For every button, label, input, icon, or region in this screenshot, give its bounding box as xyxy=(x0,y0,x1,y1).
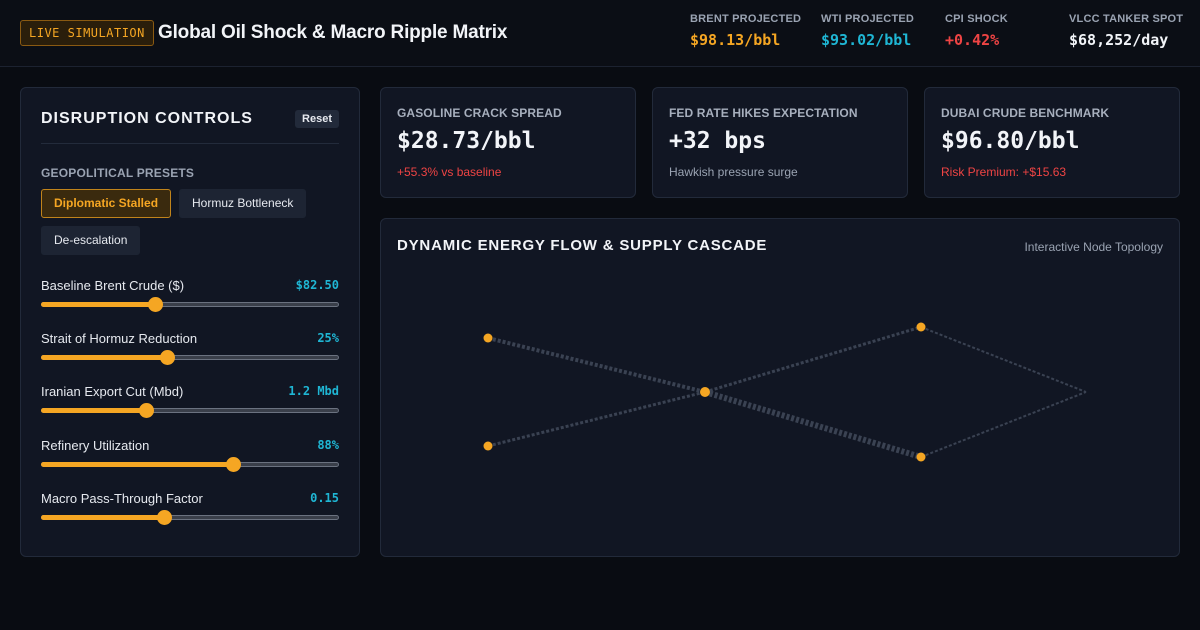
kpi-subtext: Risk Premium: +$15.63 xyxy=(941,165,1067,179)
app-title: Global Oil Shock & Macro Ripple Matrix xyxy=(158,22,508,43)
slider-thumb[interactable] xyxy=(160,350,175,365)
slider-baseline-brent: Baseline Brent Crude ($) $82.50 xyxy=(41,278,339,318)
slider-track[interactable] xyxy=(41,350,339,365)
preset-diplomatic-stalled[interactable]: Diplomatic Stalled xyxy=(41,189,172,218)
metric-cpi: CPI SHOCK +0.42% xyxy=(945,13,1008,49)
kpi-subtext: Hawkish pressure surge xyxy=(669,165,798,179)
slider-thumb[interactable] xyxy=(139,403,154,418)
slider-track[interactable] xyxy=(41,297,339,312)
slider-thumb[interactable] xyxy=(226,457,241,472)
slider-value: 1.2 Mbd xyxy=(288,384,339,398)
kpi-fed-rate-hikes: FED RATE HIKES EXPECTATION +32 bps Hawki… xyxy=(652,87,908,198)
slider-value: $82.50 xyxy=(295,278,339,292)
flow-link xyxy=(920,391,1087,458)
slider-track[interactable] xyxy=(41,403,339,418)
slider-label: Macro Pass-Through Factor xyxy=(41,491,203,506)
kpi-label: DUBAI CRUDE BENCHMARK xyxy=(941,106,1110,120)
preset-de-escalation[interactable]: De-escalation xyxy=(41,226,141,255)
kpi-value: $28.73/bbl xyxy=(397,128,536,154)
metric-wti: WTI PROJECTED $93.02/bbl xyxy=(821,13,914,49)
slider-macro-pass-through: Macro Pass-Through Factor 0.15 xyxy=(41,491,339,531)
slider-refinery-utilization: Refinery Utilization 88% xyxy=(41,438,339,478)
slider-iranian-export-cut: Iranian Export Cut (Mbd) 1.2 Mbd xyxy=(41,384,339,424)
preset-hormuz-bottleneck[interactable]: Hormuz Bottleneck xyxy=(179,189,307,218)
slider-label: Refinery Utilization xyxy=(41,438,150,453)
slider-fill xyxy=(41,302,154,307)
disruption-controls-panel: DISRUPTION CONTROLS Reset GEOPOLITICAL P… xyxy=(20,87,360,557)
slider-label: Strait of Hormuz Reduction xyxy=(41,331,198,346)
slider-fill xyxy=(41,515,163,520)
kpi-value: $96.80/bbl xyxy=(941,128,1080,154)
metric-value: $68,252/day xyxy=(1069,31,1169,49)
flow-link xyxy=(487,336,706,394)
metric-value: $98.13/bbl xyxy=(690,31,781,49)
kpi-label: GASOLINE CRACK SPREAD xyxy=(397,106,562,120)
kpi-value: +32 bps xyxy=(669,128,766,154)
presets-label: GEOPOLITICAL PRESETS xyxy=(41,166,195,180)
kpi-dubai-crude: DUBAI CRUDE BENCHMARK $96.80/bbl Risk Pr… xyxy=(924,87,1180,198)
slider-value: 25% xyxy=(317,331,339,345)
metric-label: WTI PROJECTED xyxy=(821,13,915,25)
metric-label: CPI SHOCK xyxy=(945,13,1008,25)
flow-node xyxy=(700,387,710,397)
metric-vlcc: VLCC TANKER SPOT $68,252/day xyxy=(1069,13,1183,49)
flow-node xyxy=(483,441,493,451)
slider-fill xyxy=(41,355,166,360)
metric-label: VLCC TANKER SPOT xyxy=(1069,13,1184,25)
flow-topology-graph[interactable] xyxy=(381,219,1179,556)
slider-value: 0.15 xyxy=(310,491,339,505)
energy-flow-panel: DYNAMIC ENERGY FLOW & SUPPLY CASCADE Int… xyxy=(380,218,1180,557)
kpi-subtext: +55.3% vs baseline xyxy=(397,165,502,179)
flow-link xyxy=(487,390,706,448)
slider-label: Iranian Export Cut (Mbd) xyxy=(41,384,184,399)
kpi-gasoline-crack-spread: GASOLINE CRACK SPREAD $28.73/bbl +55.3% … xyxy=(380,87,636,198)
slider-track[interactable] xyxy=(41,510,339,525)
controls-header: DISRUPTION CONTROLS Reset xyxy=(41,108,339,144)
slider-thumb[interactable] xyxy=(148,297,163,312)
slider-label: Baseline Brent Crude ($) xyxy=(41,278,185,293)
slider-fill xyxy=(41,408,145,413)
metric-label: BRENT PROJECTED xyxy=(690,13,802,25)
flow-node xyxy=(483,333,493,343)
metric-value: $93.02/bbl xyxy=(821,31,912,49)
slider-fill xyxy=(41,462,232,467)
slider-value: 88% xyxy=(317,438,339,452)
top-bar: LIVE SIMULATION Global Oil Shock & Macro… xyxy=(0,0,1200,67)
kpi-label: FED RATE HIKES EXPECTATION xyxy=(669,106,858,120)
flow-node xyxy=(916,452,926,462)
live-simulation-badge: LIVE SIMULATION xyxy=(20,20,154,46)
slider-hormuz-reduction: Strait of Hormuz Reduction 25% xyxy=(41,331,339,371)
reset-button[interactable]: Reset xyxy=(295,110,339,128)
metric-value: +0.42% xyxy=(945,31,1000,49)
flow-link xyxy=(704,325,922,394)
metric-brent: BRENT PROJECTED $98.13/bbl xyxy=(690,13,801,49)
flow-node xyxy=(916,322,926,332)
slider-thumb[interactable] xyxy=(157,510,172,525)
flow-link xyxy=(920,326,1087,393)
slider-track[interactable] xyxy=(41,457,339,472)
flow-link xyxy=(704,389,922,460)
